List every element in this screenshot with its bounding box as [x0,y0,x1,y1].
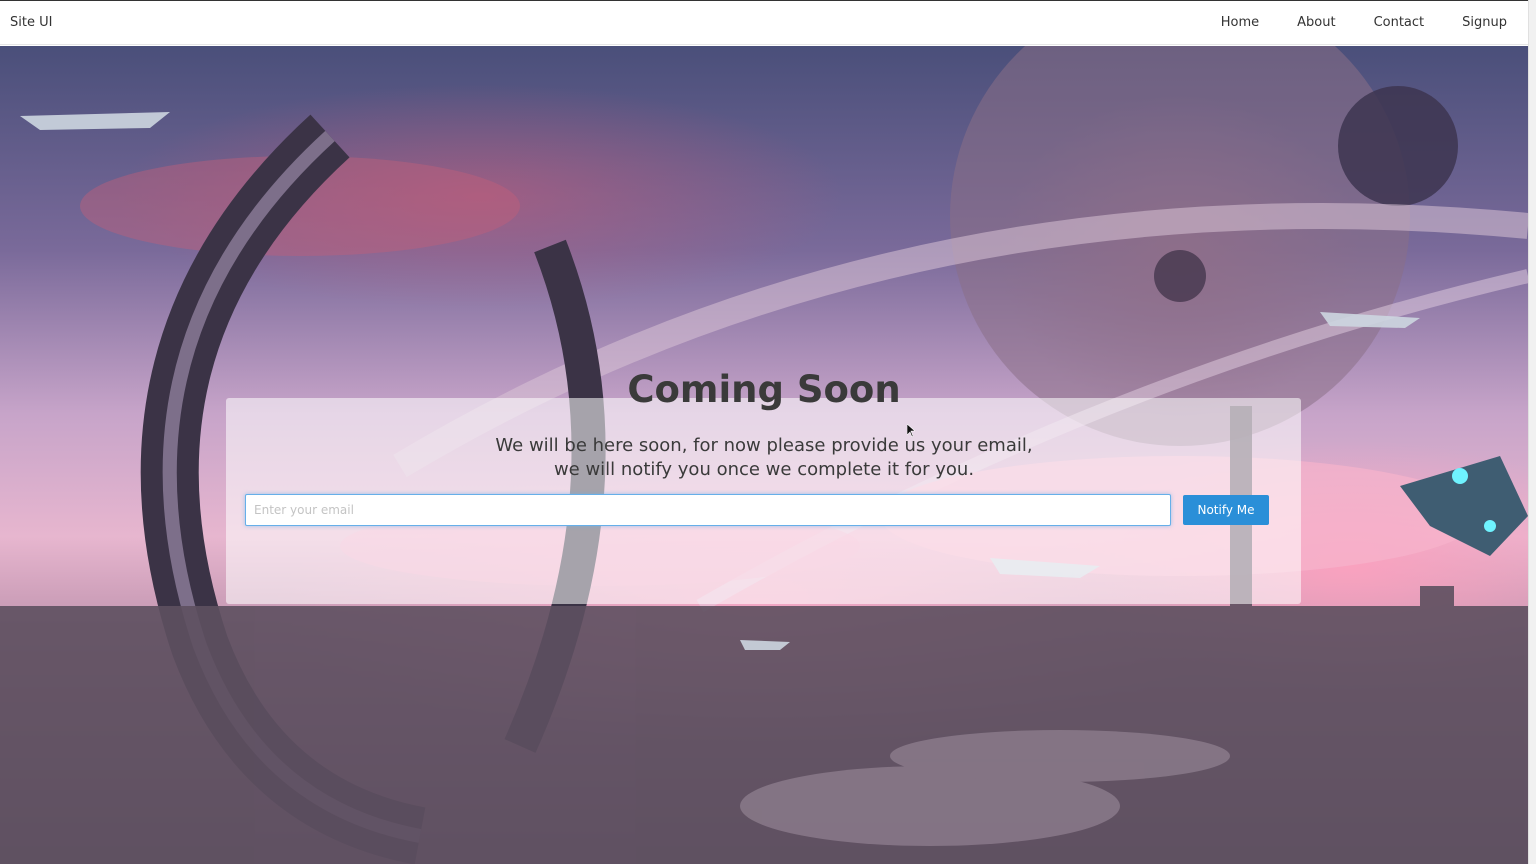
page-scrollbar[interactable] [1528,0,1536,864]
description-text: We will be here soon, for now please pro… [0,434,1528,482]
description-line-1: We will be here soon, for now please pro… [495,435,1033,456]
brand-link[interactable]: Site UI [10,15,52,30]
nav-link-contact[interactable]: Contact [1374,15,1425,30]
email-input[interactable] [245,494,1171,526]
page-title: Coming Soon [627,368,901,411]
top-navbar: Site UI Home About Contact Signup [0,0,1528,45]
nav-links: Home About Contact Signup [1183,15,1507,30]
description-line-2: we will notify you once we complete it f… [553,459,975,480]
nav-link-home[interactable]: Home [1221,15,1259,30]
mouse-cursor-icon [907,424,915,437]
notify-me-button[interactable]: Notify Me [1183,495,1269,525]
nav-link-signup[interactable]: Signup [1462,15,1507,30]
nav-link-about[interactable]: About [1297,15,1335,30]
